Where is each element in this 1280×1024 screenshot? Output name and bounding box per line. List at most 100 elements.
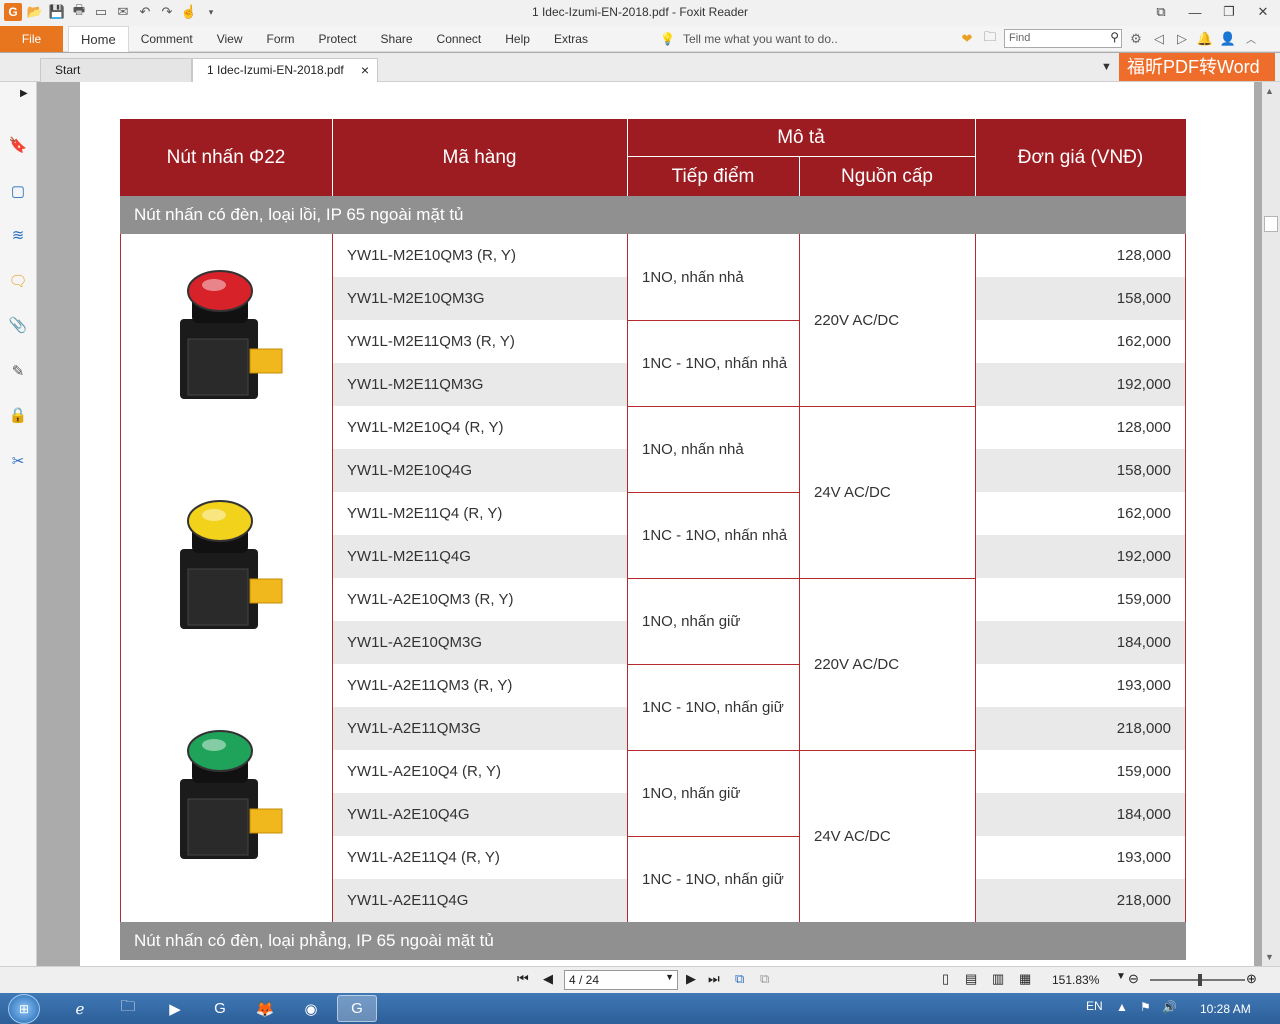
notification-bell-icon[interactable]: 🔔 [1196,30,1214,48]
price-table: Nút nhấn Φ22 Mã hàng Mô tả Tiếp điểm Ngu… [120,119,1186,966]
tab-comment[interactable]: Comment [129,26,205,52]
collapse-ribbon-icon[interactable]: ︿ [1242,30,1260,48]
title-bar: G 📂 💾 🖶 ▭ ✉ ↶ ↷ ☝ ▾ 1 Idec-Izumi-EN-2018… [0,0,1280,26]
tab-list-dropdown-icon[interactable]: ▼ [1101,61,1112,73]
tab-extras[interactable]: Extras [542,26,600,52]
cell-contact: 1NO, nhấn nhả [642,440,744,458]
volume-icon[interactable]: 🔊 [1162,1000,1177,1014]
scroll-up-arrow-icon[interactable]: ▲ [1265,86,1274,96]
user-account-icon[interactable]: 👤 [1219,30,1237,48]
layers-icon[interactable]: ≋ [7,224,29,246]
tab-home[interactable]: Home [68,26,129,52]
zoom-level[interactable]: 151.83% [1052,973,1099,987]
tab-form[interactable]: Form [255,26,307,52]
scroll-down-arrow-icon[interactable]: ▼ [1265,952,1274,962]
close-tab-icon[interactable]: × [361,59,369,81]
vertical-scrollbar[interactable]: ▲ ▼ [1262,82,1280,966]
continuous-view-icon[interactable]: ▤ [965,971,977,987]
continuous-facing-view-icon[interactable]: ▦ [1019,971,1031,987]
zoom-out-icon[interactable]: ⊖ [1128,971,1139,987]
first-page-icon[interactable]: ⏮ [517,971,529,987]
tab-help[interactable]: Help [493,26,542,52]
single-page-view-icon[interactable]: ▯ [942,971,949,987]
next-result-icon[interactable]: ▷ [1173,30,1191,48]
page-thumbnails-icon[interactable]: ▢ [7,180,29,202]
tab-start[interactable]: Start [40,58,192,82]
tab-document[interactable]: 1 Idec-Izumi-EN-2018.pdf × [192,58,378,82]
chrome-icon[interactable]: ◉ [291,995,331,1022]
clock[interactable]: 10:28 AM [1200,1002,1251,1016]
previous-view-icon[interactable]: ⧉ [735,971,744,987]
section-title: Nút nhấn có đèn, loại phẳng, IP 65 ngoài… [120,922,1186,960]
foxit-reader-taskbar-icon[interactable]: G [337,995,377,1022]
search-icon[interactable]: ⚲ [1110,30,1119,44]
restore-layout-icon[interactable]: ⧉ [1144,0,1178,24]
skin-icon[interactable]: ❤ [958,30,976,48]
security-lock-icon[interactable]: 🔒 [7,404,29,426]
tell-me-box[interactable]: 💡 Tell me what you want to do.. [660,32,838,46]
action-center-flag-icon[interactable]: ⚑ [1140,1000,1151,1014]
product-image-column [120,234,332,922]
scroll-thumb[interactable] [1264,216,1278,232]
close-button[interactable]: ✕ [1246,0,1280,24]
cell-price: 128,000 [1116,419,1171,436]
grid-line [627,836,799,837]
grid-line [627,320,799,321]
next-view-icon[interactable]: ⧉ [760,971,769,987]
page-dropdown-icon[interactable]: ▼ [665,972,674,982]
cell-price: 159,000 [1116,591,1171,608]
signatures-icon[interactable]: ✎ [7,360,29,382]
grid-line [627,578,799,579]
tab-share[interactable]: Share [369,26,425,52]
document-viewer[interactable]: Nút nhấn Φ22 Mã hàng Mô tả Tiếp điểm Ngu… [38,82,1262,966]
zoom-slider-knob[interactable] [1198,974,1202,986]
cell-price: 184,000 [976,621,1185,664]
maximize-button[interactable]: ❐ [1212,0,1246,24]
comments-icon[interactable]: 🗨 [7,270,29,292]
page-number-input[interactable]: 4 / 24 ▼ [564,970,678,990]
internet-explorer-icon[interactable]: ℯ [60,995,100,1022]
header-price: Đơn giá (VNĐ) [975,119,1186,196]
cell-contact: 1NC - 1NO, nhấn giữ [642,870,784,888]
foxit-pdf-icon[interactable]: G [200,995,240,1022]
tab-connect[interactable]: Connect [425,26,494,52]
settings-gear-icon[interactable]: ⚙ [1127,30,1145,48]
lightbulb-icon: 💡 [660,32,675,46]
header-divider [627,156,975,157]
cell-code: YW1L-A2E11QM3G [333,707,627,750]
pdf-to-word-promo[interactable]: 福昕PDF转Word [1119,53,1275,81]
header-divider [627,119,628,196]
file-menu-button[interactable]: File [0,26,63,52]
cell-price: 218,000 [976,707,1185,750]
input-language[interactable]: EN [1086,999,1103,1013]
grid-line [627,664,799,665]
navigation-panel: ▶ 🔖 ▢ ≋ 🗨 📎 ✎ 🔒 ✂ [0,82,37,966]
grid-line [799,750,975,751]
zoom-slider[interactable] [1150,974,1245,986]
previous-page-icon[interactable]: ◀ [543,971,553,987]
file-explorer-icon[interactable]: 🗀 [108,995,148,1022]
minimize-button[interactable]: — [1178,0,1212,24]
last-page-icon[interactable]: ⏭ [708,971,720,987]
bookmarks-icon[interactable]: 🔖 [7,134,29,156]
cell-price: 193,000 [1116,677,1171,694]
zoom-in-icon[interactable]: ⊕ [1246,971,1257,987]
expand-panel-icon[interactable]: ▶ [20,88,28,99]
media-player-icon[interactable]: ▶ [155,995,195,1022]
find-input[interactable]: Find ⚲ [1004,29,1122,48]
start-button-icon[interactable]: ⊞ [8,994,40,1024]
previous-result-icon[interactable]: ◁ [1150,30,1168,48]
next-page-icon[interactable]: ▶ [686,971,696,987]
tab-view[interactable]: View [205,26,255,52]
firefox-icon[interactable]: 🦊 [245,995,285,1022]
facing-view-icon[interactable]: ▥ [992,971,1004,987]
tray-expand-icon[interactable]: ▲ [1116,1000,1128,1014]
cell-price: 193,000 [1116,849,1171,866]
attachments-icon[interactable]: 📎 [7,314,29,336]
tab-protect[interactable]: Protect [307,26,369,52]
cell-code: YW1L-A2E10QM3 (R, Y) [347,591,514,608]
zoom-dropdown-icon[interactable]: ▼ [1116,971,1126,982]
content-tools-icon[interactable]: ✂ [7,450,29,472]
find-folder-icon[interactable]: 🗀 [981,29,999,48]
red-pushbutton-image [180,270,283,399]
